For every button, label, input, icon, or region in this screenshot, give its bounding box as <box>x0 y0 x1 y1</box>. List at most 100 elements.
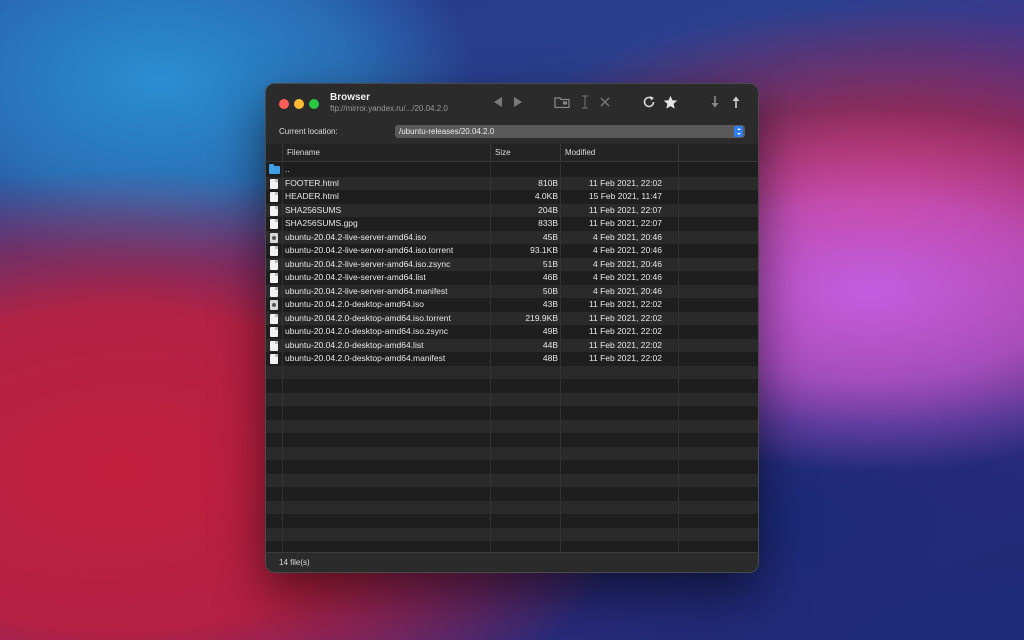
status-bar: 14 file(s) <box>266 552 758 572</box>
row-modified: 4 Feb 2021, 20:46 <box>592 231 662 242</box>
grid-line <box>490 433 491 447</box>
disk-image-icon <box>270 300 278 310</box>
close-window-button[interactable] <box>279 99 289 109</box>
column-header-size[interactable]: Size <box>490 144 560 162</box>
grid-line <box>560 419 561 433</box>
row-icon-cell <box>269 352 281 366</box>
download-icon[interactable] <box>707 94 723 110</box>
row-modified: 4 Feb 2021, 20:46 <box>592 285 662 296</box>
table-row[interactable]: SHA256SUMS.gpg 833B 11 Feb 2021, 22:07 <box>266 217 758 231</box>
empty-row <box>266 500 758 514</box>
maximize-window-button[interactable] <box>309 99 319 109</box>
row-size: 46B <box>542 272 558 282</box>
grid-line <box>282 311 283 325</box>
empty-row <box>266 514 758 528</box>
row-icon-cell <box>269 312 281 326</box>
table-row[interactable]: HEADER.html 4.0KB 15 Feb 2021, 11:47 <box>266 190 758 204</box>
table-row[interactable]: ubuntu-20.04.2.0-desktop-amd64.list 44B 11… <box>266 338 758 353</box>
grid-line <box>282 514 283 528</box>
grid-line <box>490 514 491 528</box>
grid-line <box>678 338 679 352</box>
row-size: 45B <box>542 231 558 242</box>
file-list-table[interactable]: Filename Size Modified .. FOOTER.html 810B… <box>266 144 758 554</box>
grid-line <box>560 217 561 231</box>
grid-line <box>678 500 679 514</box>
ftp-browser-window: Browser ftp://mirror.yandex.ru/.../20.04… <box>265 83 759 573</box>
parent-directory-row[interactable]: .. <box>266 163 758 177</box>
file-icon <box>270 178 278 189</box>
row-size: 219.9KB <box>525 312 558 323</box>
grid-line <box>560 514 561 528</box>
table-row[interactable]: ubuntu-20.04.2.0-desktop-amd64.iso.torre… <box>266 311 758 326</box>
grid-line <box>560 446 561 460</box>
row-icon-cell <box>269 285 281 299</box>
table-row[interactable]: ubuntu-20.04.2-live-server-amd64.manifes… <box>266 284 758 299</box>
delete-icon[interactable] <box>597 94 613 110</box>
current-location-select[interactable]: /ubuntu-releases/20.04.2.0 <box>395 125 745 138</box>
column-header-icon[interactable] <box>266 144 282 162</box>
row-icon-cell <box>269 177 281 191</box>
table-row[interactable]: ubuntu-20.04.2.0-desktop-amd64.iso 43B 11 … <box>266 298 758 312</box>
grid-line <box>560 325 561 339</box>
row-size: 44B <box>542 339 558 350</box>
grid-line <box>560 406 561 420</box>
title-bar[interactable]: Browser ftp://mirror.yandex.ru/.../20.04… <box>266 84 758 122</box>
file-icon <box>270 219 278 229</box>
select-chevrons-icon[interactable] <box>734 126 743 137</box>
row-icon-cell <box>269 163 281 177</box>
table-row[interactable]: ubuntu-20.04.2-live-server-amd64.iso.tor… <box>266 244 758 258</box>
table-row[interactable]: FOOTER.html 810B 11 Feb 2021, 22:02 <box>266 176 758 191</box>
row-filename: ubuntu-20.04.2.0-desktop-amd64.iso.torre… <box>285 312 451 323</box>
row-filename: SHA256SUMS.gpg <box>285 218 358 228</box>
bookmark-star-icon[interactable] <box>662 94 678 110</box>
grid-line <box>282 379 283 393</box>
grid-line <box>282 352 283 366</box>
grid-line <box>490 500 491 514</box>
grid-line <box>282 406 283 420</box>
row-icon-cell <box>269 204 281 218</box>
empty-row <box>266 487 758 501</box>
row-size: 51B <box>542 258 558 269</box>
table-row[interactable]: SHA256SUMS 204B 11 Feb 2021, 22:07 <box>266 203 758 218</box>
row-size: 48B <box>542 353 558 363</box>
grid-line <box>282 446 283 460</box>
file-icon <box>270 205 278 216</box>
column-header-filename[interactable]: Filename <box>282 144 490 162</box>
grid-line <box>678 419 679 433</box>
grid-line <box>678 352 679 366</box>
grid-line <box>282 244 283 258</box>
rename-icon[interactable] <box>577 94 593 110</box>
refresh-icon[interactable] <box>641 94 657 110</box>
back-arrow-icon[interactable] <box>490 94 506 110</box>
grid-line <box>282 338 283 352</box>
new-folder-icon[interactable] <box>554 94 570 110</box>
table-row[interactable]: ubuntu-20.04.2-live-server-amd64.iso 45B 4… <box>266 230 758 244</box>
row-modified: 11 Feb 2021, 22:02 <box>588 326 662 336</box>
table-row[interactable]: ubuntu-20.04.2.0-desktop-amd64.manifest 4… <box>266 352 758 366</box>
grid-line <box>282 392 283 406</box>
grid-line <box>560 338 561 352</box>
grid-line <box>678 460 679 474</box>
row-modified: 4 Feb 2021, 20:46 <box>592 245 662 255</box>
column-header-modified[interactable]: Modified <box>560 144 678 162</box>
row-icon-cell <box>269 339 281 353</box>
table-row[interactable]: ubuntu-20.04.2-live-server-amd64.list 46B… <box>266 271 758 285</box>
grid-line <box>678 163 679 177</box>
row-size: 4.0KB <box>534 191 558 201</box>
grid-line <box>282 473 283 487</box>
grid-line <box>282 217 283 231</box>
table-row[interactable]: ubuntu-20.04.2.0-desktop-amd64.iso.zsync… <box>266 325 758 339</box>
row-modified: 4 Feb 2021, 20:46 <box>592 272 662 282</box>
upload-icon[interactable] <box>728 94 744 110</box>
grid-line <box>490 163 491 177</box>
minimize-window-button[interactable] <box>294 99 304 109</box>
row-filename: FOOTER.html <box>285 177 339 188</box>
forward-arrow-icon[interactable] <box>510 94 526 110</box>
grid-line <box>282 298 283 312</box>
grid-line <box>678 284 679 298</box>
table-row[interactable]: ubuntu-20.04.2-live-server-amd64.iso.zsy… <box>266 257 758 271</box>
empty-row <box>266 460 758 474</box>
grid-line <box>560 190 561 204</box>
row-size: 204B <box>538 204 558 215</box>
grid-line <box>678 230 679 244</box>
